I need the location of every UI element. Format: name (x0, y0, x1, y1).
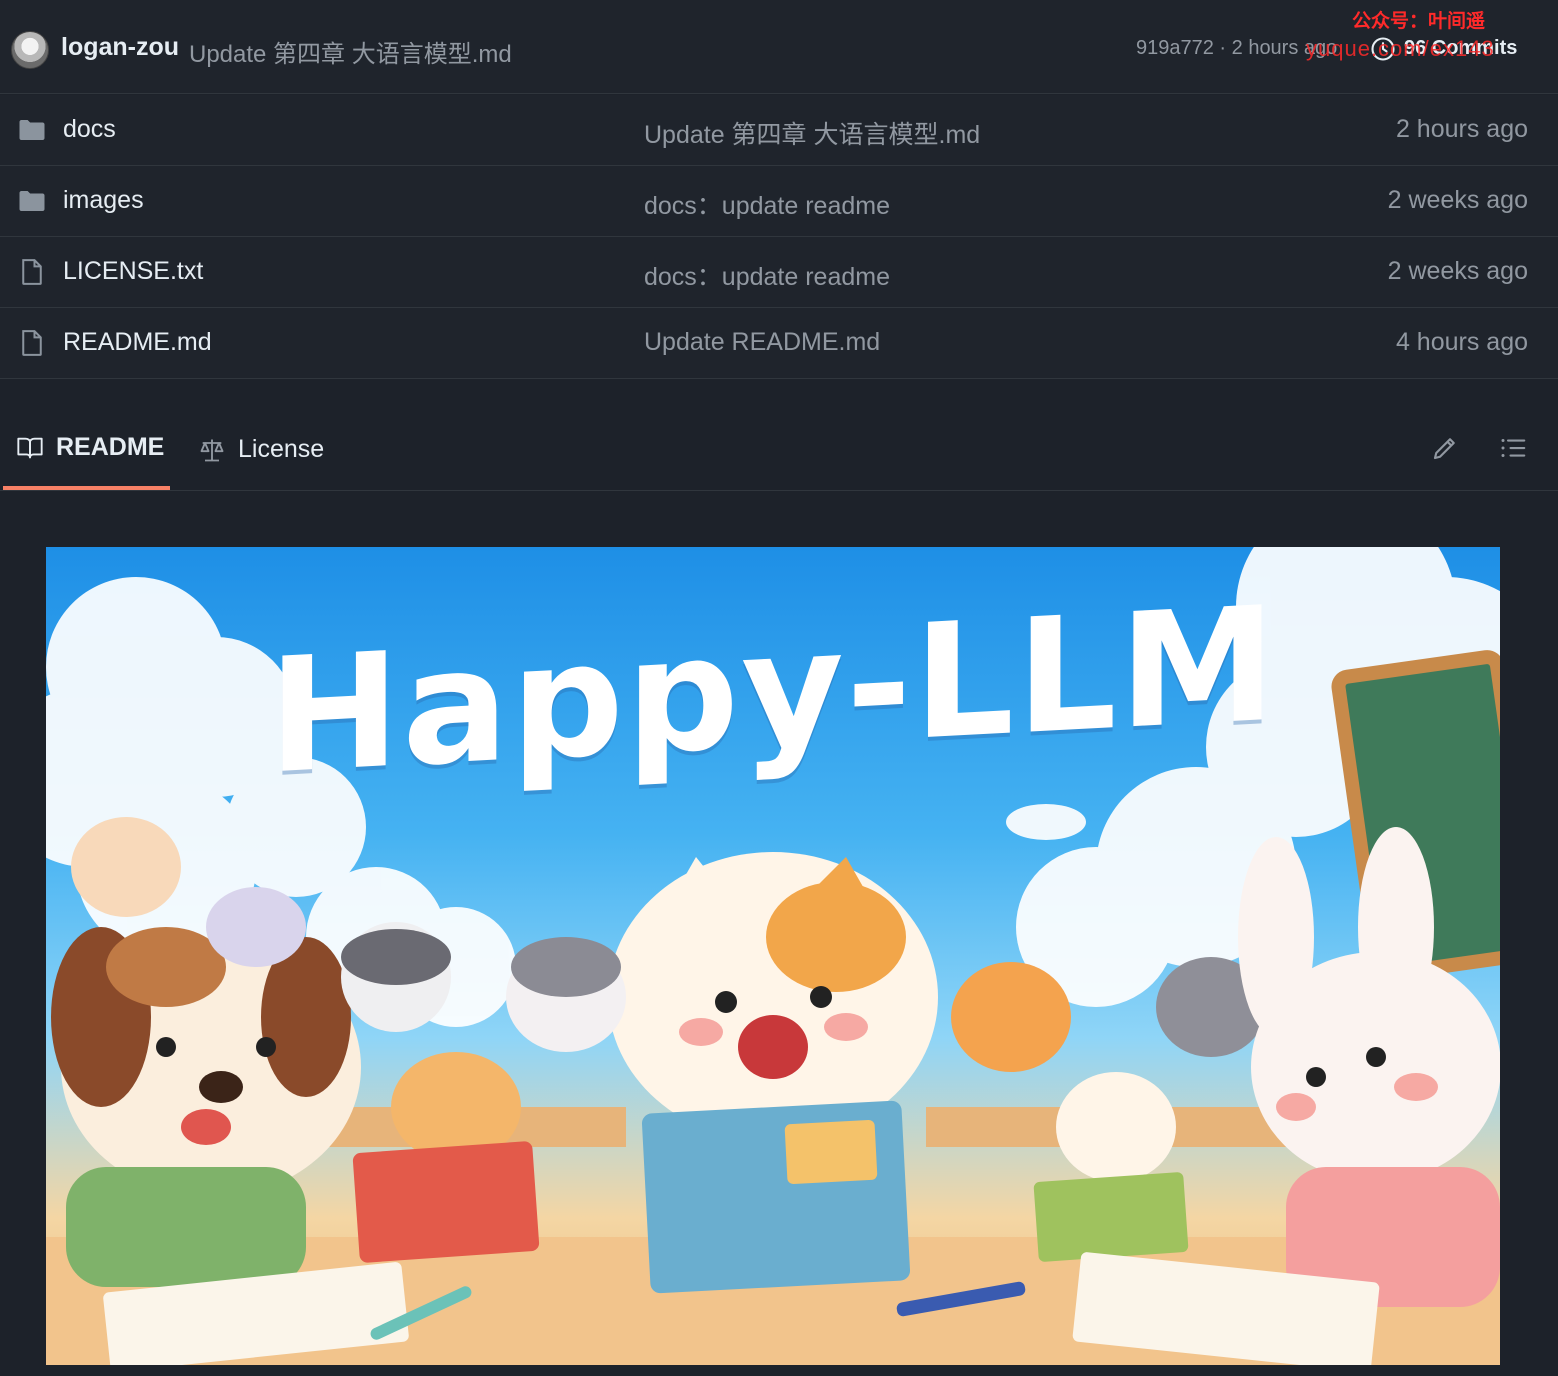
tab-license[interactable]: License (198, 409, 324, 490)
folder-icon (19, 120, 45, 140)
readme-tab-bar: README License (0, 409, 1558, 491)
file-commit-message-link[interactable]: Update README.md (644, 328, 880, 357)
book-icon (17, 437, 43, 458)
file-commit-message-link[interactable]: docs：update readme (644, 186, 890, 222)
outline-list-icon[interactable] (1498, 433, 1528, 463)
tab-license-label: License (238, 435, 325, 463)
folder-icon (19, 191, 45, 211)
law-scale-icon (200, 439, 224, 461)
file-row-license[interactable]: LICENSE.txt docs：update readme 2 weeks a… (0, 237, 1558, 308)
watermark-url: yuque.com/ex143 (1306, 36, 1495, 61)
file-name-link[interactable]: docs (63, 115, 116, 144)
file-commit-message-link[interactable]: Update 第四章 大语言模型.md (644, 115, 980, 151)
file-name-link[interactable]: images (63, 186, 144, 215)
author-avatar[interactable] (11, 31, 49, 69)
file-commit-message-link[interactable]: docs：update readme (644, 257, 890, 293)
file-commit-time: 2 weeks ago (1387, 257, 1528, 285)
file-name-link[interactable]: README.md (63, 328, 212, 357)
tab-readme[interactable]: README (3, 409, 170, 490)
file-commit-time: 4 hours ago (1395, 328, 1528, 356)
commit-message-link[interactable]: Update 第四章 大语言模型.md (189, 34, 512, 69)
commit-author-link[interactable]: logan-zou (61, 33, 179, 62)
pencil-icon[interactable] (1430, 433, 1460, 463)
file-commit-time: 2 hours ago (1395, 115, 1528, 143)
file-icon (22, 259, 42, 285)
file-name-link[interactable]: LICENSE.txt (63, 257, 203, 286)
file-row-docs[interactable]: docs Update 第四章 大语言模型.md 2 hours ago (0, 95, 1558, 166)
file-commit-time: 2 weeks ago (1387, 186, 1528, 214)
tab-readme-label: README (56, 433, 165, 461)
file-row-readme[interactable]: README.md Update README.md 4 hours ago (0, 308, 1558, 379)
latest-commit-bar: logan-zou Update 第四章 大语言模型.md 919a772 · … (0, 0, 1558, 94)
file-row-images[interactable]: images docs：update readme 2 weeks ago (0, 166, 1558, 237)
file-icon (22, 330, 42, 356)
readme-banner-image: Happy-LLM (46, 547, 1500, 1365)
watermark-text: 公众号：叶间遥 (1352, 11, 1486, 32)
